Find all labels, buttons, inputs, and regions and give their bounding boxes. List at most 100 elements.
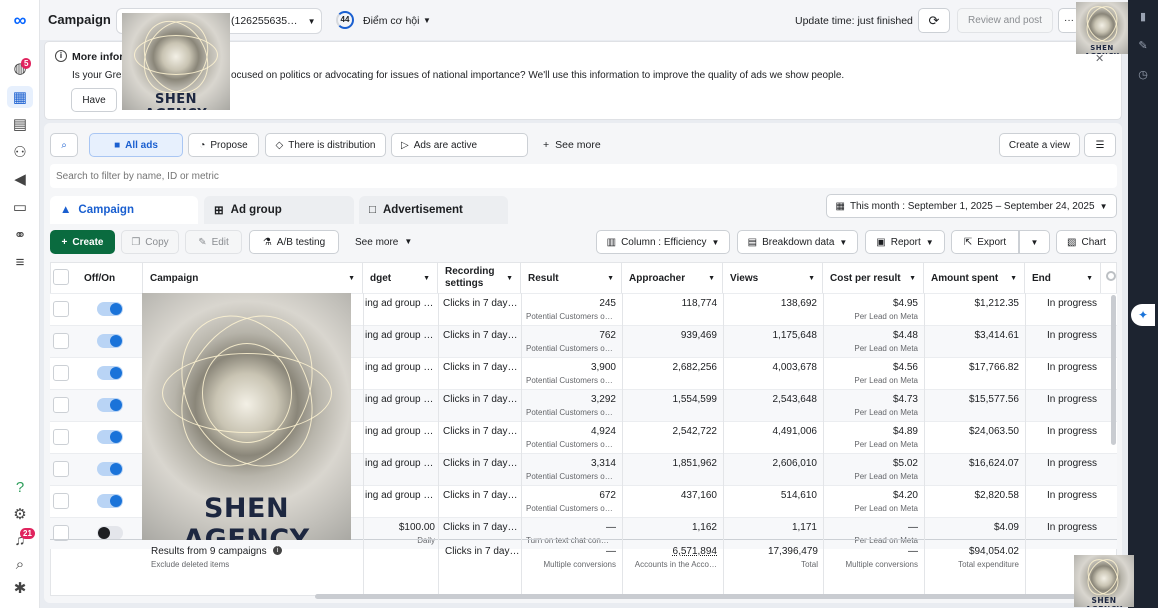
end-cell: In progress (1047, 362, 1098, 373)
billing-icon[interactable]: ▭ (7, 196, 33, 218)
header-result[interactable]: Result ▼ (521, 263, 622, 293)
create-button[interactable]: + Create (50, 230, 115, 254)
row-checkbox[interactable] (53, 397, 69, 413)
header-on-off[interactable]: Off/On (77, 263, 143, 293)
header-amount-spent[interactable]: Amount spent ▼ (924, 263, 1025, 293)
export-dropdown[interactable]: ▼ (1019, 230, 1050, 254)
chevron-down-icon[interactable]: ▼ (423, 16, 431, 25)
select-all-checkbox[interactable] (53, 269, 69, 285)
export-button[interactable]: ⇱ Export (951, 230, 1019, 254)
help-icon[interactable]: ? (7, 476, 33, 498)
filter-distribution[interactable]: ◇ There is distribution (265, 133, 386, 157)
review-and-post-button[interactable]: Review and post (957, 8, 1053, 33)
column-divider (363, 293, 364, 596)
date-range-picker[interactable]: ▦ This month : September 1, 2025 – Septem… (826, 194, 1117, 218)
toggle-knob (110, 303, 122, 315)
info-icon[interactable]: i (273, 546, 282, 555)
search-icon[interactable]: ⌕ (7, 553, 33, 575)
chevron-down-icon: ▼ (307, 16, 316, 26)
spent-cell: $15,577.56 (968, 394, 1019, 405)
tab-ad-group[interactable]: ⊞ Ad group (204, 196, 354, 224)
menu-icon[interactable]: ≡ (7, 251, 33, 273)
business-icon[interactable]: ⚭ (7, 224, 33, 246)
filter-all-ads[interactable]: ■ All ads (89, 133, 183, 157)
header-cost-per-result[interactable]: Cost per result ▼ (823, 263, 924, 293)
horizontal-scrollbar[interactable] (315, 594, 1115, 599)
row-checkbox[interactable] (53, 461, 69, 477)
cost-cell: $4.73 (892, 394, 918, 405)
row-checkbox[interactable] (53, 333, 69, 349)
campaign-toggle[interactable] (97, 334, 123, 348)
row-checkbox[interactable] (53, 301, 69, 317)
bug-icon[interactable]: ✱ (7, 577, 33, 599)
header-views[interactable]: Views ▼ (723, 263, 823, 293)
have-button[interactable]: Have (71, 88, 117, 112)
refresh-button[interactable]: ⟳ (918, 8, 950, 33)
report-button[interactable]: ▣ Report ▼ (865, 230, 945, 254)
audience-icon[interactable]: ⚇ (7, 141, 33, 163)
campaign-toggle[interactable] (97, 462, 123, 476)
columns-icon: ▥ (606, 236, 617, 248)
campaign-toggle[interactable] (97, 430, 123, 444)
filter-propose[interactable]: ◔ Propose (188, 133, 259, 157)
toolbar-see-more[interactable]: See more ▼ (355, 237, 412, 248)
bar-chart-icon[interactable]: ▮ (1135, 10, 1151, 26)
edit-button[interactable]: ✎ Edit (185, 230, 242, 254)
table-icon[interactable]: ▦ (7, 86, 33, 108)
ab-testing-button[interactable]: ⚗ A/B testing (249, 230, 339, 254)
date-range-label: This month : September 1, 2025 – Septemb… (849, 200, 1095, 212)
search-button[interactable]: ⌕ (50, 133, 78, 157)
clock-icon[interactable]: ◷ (1135, 68, 1151, 84)
pencil-icon[interactable]: ✎ (1135, 39, 1151, 55)
result-sub: Turn on text chat con… (526, 536, 609, 545)
settings-sliders-button[interactable]: ☰ (1084, 133, 1116, 157)
row-checkbox[interactable] (53, 429, 69, 445)
header-budget[interactable]: dget ▼ (363, 263, 438, 293)
campaign-toggle[interactable] (97, 398, 123, 412)
assistant-icon[interactable]: ✦ (1131, 304, 1155, 326)
copy-button[interactable]: ❐ Copy (121, 230, 179, 254)
cost-cell: $4.20 (892, 490, 918, 501)
header-recording[interactable]: Recording settings ▼ (438, 263, 521, 293)
campaign-toggle[interactable] (97, 526, 123, 540)
sort-icon: ▼ (1010, 274, 1017, 282)
row-checkbox[interactable] (53, 365, 69, 381)
megaphone-icon[interactable]: ◀ (7, 168, 33, 190)
totals-label: Results from 9 campaigns (151, 546, 267, 557)
filter-see-more[interactable]: + See more (543, 139, 601, 151)
meta-logo-icon[interactable]: ∞ (7, 9, 33, 31)
result-sub: Potential Customers o… (526, 408, 613, 417)
campaign-toggle[interactable] (97, 366, 123, 380)
add-column-icon[interactable] (1106, 271, 1116, 281)
header-approacher[interactable]: Approacher ▼ (622, 263, 723, 293)
tab-campaign[interactable]: ▲ Campaign (50, 196, 198, 224)
cost-sub: Per Lead on Meta (854, 504, 918, 513)
recording-cell: Clicks in 7 day… (443, 330, 518, 341)
settings-icon[interactable]: ⚙ (7, 503, 33, 525)
tab-advertisement[interactable]: □ Advertisement (359, 196, 508, 224)
flask-icon: ⚗ (262, 236, 272, 248)
pages-icon[interactable]: ▤ (7, 113, 33, 135)
result-sub: Potential Customers o… (526, 344, 613, 353)
copy-icon: ❐ (131, 236, 141, 248)
row-checkbox[interactable] (53, 493, 69, 509)
campaign-toggle[interactable] (97, 302, 123, 316)
create-view-button[interactable]: Create a view (999, 133, 1080, 157)
tab-campaign-label: Campaign (78, 204, 134, 216)
chart-button[interactable]: ▧ Chart (1056, 230, 1117, 254)
breakdown-button[interactable]: ▤ Breakdown data ▼ (737, 230, 858, 254)
campaign-toggle[interactable] (97, 494, 123, 508)
header-end[interactable]: End ▼ (1025, 263, 1101, 293)
vertical-scrollbar[interactable] (1111, 295, 1116, 445)
sort-icon: ▼ (808, 274, 815, 282)
views-cell: 2,543,648 (772, 394, 818, 405)
filter-active[interactable]: ▷ Ads are active (391, 133, 528, 157)
cost-sub: Per Lead on Meta (854, 408, 918, 417)
budget-cell: $100.00 (398, 522, 435, 533)
header-campaign[interactable]: Campaign ▼ (143, 263, 363, 293)
opportunity-label[interactable]: Điểm cơ hội (363, 15, 419, 27)
watermark-logo: SHEN AGENCY (142, 293, 351, 540)
search-input[interactable] (56, 167, 656, 185)
column-button[interactable]: ▥ Column : Efficiency ▼ (596, 230, 730, 254)
cost-sub: Per Lead on Meta (854, 312, 918, 321)
